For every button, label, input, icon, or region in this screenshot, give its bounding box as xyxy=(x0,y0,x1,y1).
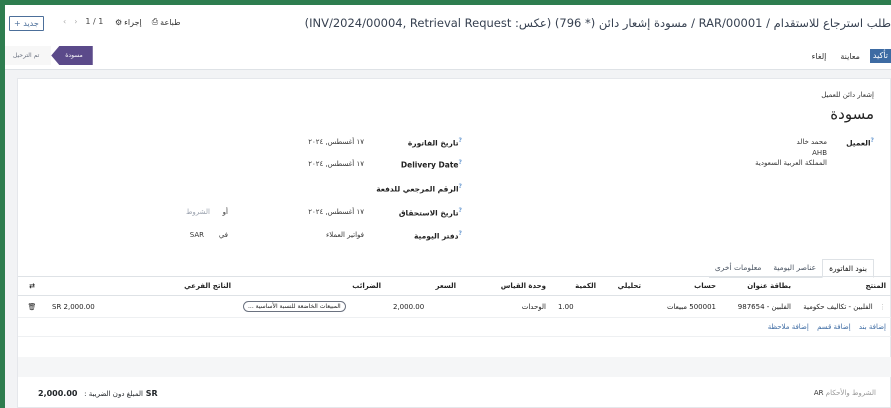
delivery-date-field[interactable]: ١٧ أغسطس, ٢٠٢٤ xyxy=(308,160,364,168)
due-date-field[interactable]: ١٧ أغسطس, ٢٠٢٤ xyxy=(308,208,364,216)
add-row: إضافة بند إضافة قسم إضافة ملاحظة xyxy=(18,317,891,337)
new-button-label: جديد xyxy=(23,19,39,28)
cell-analytic[interactable] xyxy=(602,295,647,318)
status-bar: تم الترحيل مسودة xyxy=(5,46,93,65)
tab-journal-items[interactable]: عناصر اليومية xyxy=(767,259,822,277)
cancel-button[interactable]: إلغاء xyxy=(808,52,831,61)
sliders-icon: ⇄ xyxy=(29,282,35,290)
add-line-link[interactable]: إضافة بند xyxy=(859,323,886,331)
form-view: طلب استرجاع للاستقدام / RAR/00001 / مسود… xyxy=(5,5,891,408)
customer-label: العميل? xyxy=(846,137,874,148)
cell-account[interactable]: 500001 مبيعات xyxy=(647,295,722,318)
tax-tag[interactable]: المبيعات الخاضعة للنسبة الأساسية ... xyxy=(243,301,346,312)
tab-other-info[interactable]: معلومات أخرى xyxy=(709,259,767,277)
journal-in-text: في xyxy=(218,231,228,239)
col-price[interactable]: السعر xyxy=(387,276,462,296)
pager: ‹ › 1 / 1 xyxy=(63,17,103,26)
plus-icon: + xyxy=(14,19,21,28)
col-label[interactable]: بطاقة عنوان xyxy=(722,276,797,296)
print-menu[interactable]: ⎙ طباعة xyxy=(152,17,181,27)
print-icon: ⎙ xyxy=(151,17,159,26)
document-type: إشعار دائن للعميل xyxy=(821,91,874,99)
pager-value[interactable]: 1 / 1 xyxy=(85,17,103,26)
delivery-date-label: Delivery Date? xyxy=(400,159,462,170)
confirm-button[interactable]: تأكيد xyxy=(869,49,891,63)
cell-product[interactable]: ⋮ الفلبين - تكاليف حكومية xyxy=(797,295,891,318)
terms-field[interactable]: AR الشروط والأحكام xyxy=(814,389,876,397)
due-date-label: تاريخ الاستحقاق? xyxy=(398,207,462,218)
col-product[interactable]: المنتج xyxy=(797,276,891,296)
drag-handle-icon[interactable]: ⋮ xyxy=(879,303,886,311)
col-taxes[interactable]: الضرائب xyxy=(237,276,387,296)
untaxed-label: المبلغ دون الضريبة : xyxy=(84,390,143,398)
new-button[interactable]: + جديد xyxy=(9,16,44,31)
table-footer-band xyxy=(18,357,891,377)
cell-label[interactable]: الفلبين - 987654 xyxy=(722,295,797,318)
totals-block: المبلغ دون الضريبة : 2,000.00 SR xyxy=(38,389,158,398)
form-buttons: تأكيد معاينة إلغاء xyxy=(808,49,891,63)
action-menu-label: إجراء xyxy=(124,17,142,27)
terms-prefix: AR xyxy=(813,389,824,397)
cell-delete[interactable]: 🗑 xyxy=(18,295,46,318)
col-quantity[interactable]: الكمية xyxy=(552,276,602,296)
cell-price[interactable]: 2,000.00 xyxy=(387,295,462,318)
cell-uom[interactable]: الوحدات xyxy=(462,295,552,318)
preview-button[interactable]: معاينة xyxy=(836,52,864,61)
chevron-right-icon[interactable]: › xyxy=(74,17,77,26)
table-header-row: المنتج بطاقة عنوان حساب تحليلي الكمية وح… xyxy=(18,276,891,296)
optional-columns-toggle[interactable]: ⇄ xyxy=(18,276,46,296)
currency-field[interactable]: SAR xyxy=(190,231,204,239)
journal-field[interactable]: فواتير العملاء xyxy=(326,231,364,239)
status-posted[interactable]: تم الترحيل xyxy=(5,46,52,65)
breadcrumb[interactable]: طلب استرجاع للاستقدام / RAR/00001 / مسود… xyxy=(305,16,891,30)
chevron-left-icon[interactable]: ‹ xyxy=(63,17,66,26)
action-menu[interactable]: ⚙ إجراء xyxy=(115,17,142,27)
add-section-link[interactable]: إضافة قسم xyxy=(817,323,851,331)
invoice-date-field[interactable]: ١٧ أغسطس, ٢٠٢٤ xyxy=(308,138,364,146)
due-or-text: أو xyxy=(222,208,228,216)
col-account[interactable]: حساب xyxy=(647,276,722,296)
status-draft[interactable]: مسودة xyxy=(51,46,93,65)
print-menu-label: طباعة xyxy=(160,17,181,27)
invoice-date-label: تاريخ الفاتورة? xyxy=(407,137,462,148)
form-sheet: إشعار دائن للعميل مسودة العميل? محمد خال… xyxy=(17,78,891,408)
customer-address-line: AHB xyxy=(812,149,827,157)
col-subtotal[interactable]: الناتج الفرعي xyxy=(46,276,237,296)
customer-country: المملكة العربية السعودية xyxy=(755,159,827,167)
customer-name[interactable]: محمد خالد xyxy=(797,138,827,146)
action-menus: ⚙ إجراء ⎙ طباعة xyxy=(115,17,180,27)
add-note-link[interactable]: إضافة ملاحظة xyxy=(768,323,809,331)
cell-quantity[interactable]: 1.00 xyxy=(552,295,602,318)
control-panel: طلب استرجاع للاستقدام / RAR/00001 / مسود… xyxy=(5,5,891,70)
cell-subtotal: 2,000.00 SR xyxy=(46,295,237,318)
payment-terms-field[interactable]: الشروط xyxy=(186,208,210,216)
trash-icon[interactable]: 🗑 xyxy=(28,303,37,311)
invoice-lines-table: المنتج بطاقة عنوان حساب تحليلي الكمية وح… xyxy=(18,276,891,337)
payment-reference-label: الرقم المرجعي للدفعة? xyxy=(376,183,462,194)
page-title: مسودة xyxy=(830,105,874,123)
col-uom[interactable]: وحدة القياس xyxy=(462,276,552,296)
gear-icon: ⚙ xyxy=(115,17,123,27)
journal-label: دفتر اليومية? xyxy=(414,230,462,241)
terms-placeholder: الشروط والأحكام xyxy=(825,389,876,397)
cell-taxes[interactable]: المبيعات الخاضعة للنسبة الأساسية ... xyxy=(237,295,387,318)
col-analytic[interactable]: تحليلي xyxy=(602,276,647,296)
table-row[interactable]: ⋮ الفلبين - تكاليف حكومية الفلبين - 9876… xyxy=(18,295,891,318)
